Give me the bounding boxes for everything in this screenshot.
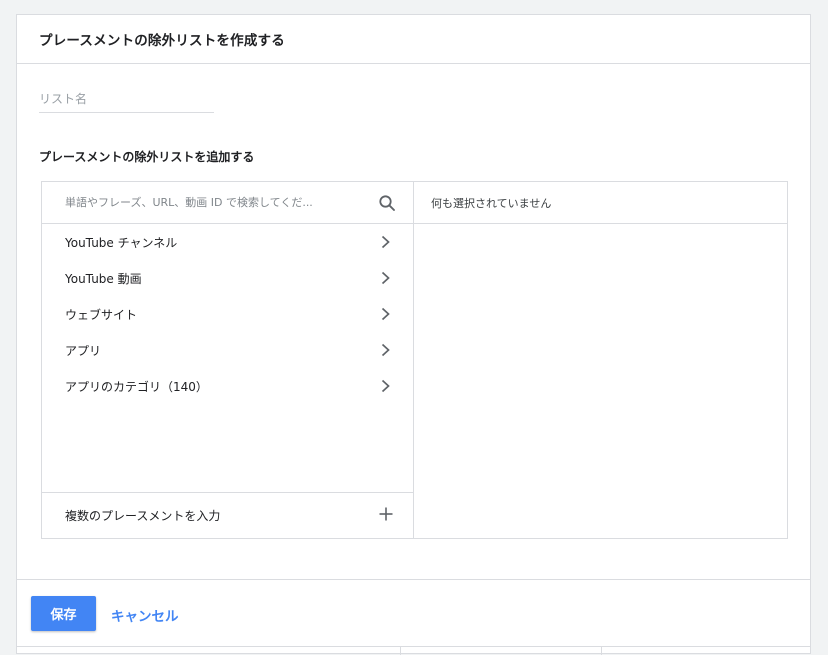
cancel-button[interactable]: キャンセル (111, 605, 179, 625)
search-input[interactable] (65, 196, 377, 209)
category-item[interactable]: YouTube チャンネル (42, 224, 413, 260)
chevron-right-icon (379, 307, 391, 321)
chevron-right-icon (379, 343, 391, 357)
footer-divider (17, 646, 810, 655)
search-row (42, 182, 413, 224)
search-icon[interactable] (377, 193, 397, 213)
category-label: YouTube チャンネル (65, 235, 178, 250)
plus-icon (379, 507, 393, 524)
category-list: YouTube チャンネル YouTube 動画 ウェブサイト アプリアプリのカテゴリ… (42, 224, 413, 404)
chevron-right-icon (379, 379, 391, 393)
save-button[interactable]: 保存 (31, 596, 96, 631)
selected-empty-text: 何も選択されていません (414, 182, 787, 224)
chevron-right-icon (379, 271, 391, 285)
category-item[interactable]: アプリ (42, 332, 413, 368)
category-label: YouTube 動画 (65, 271, 142, 286)
enter-multiple-placements-button[interactable]: 複数のプレースメントを入力 (42, 492, 413, 538)
dialog-title: プレースメントの除外リストを作成する (17, 15, 810, 64)
placement-picker: YouTube チャンネル YouTube 動画ウェブサイトアプリアプリのカテゴリ… (41, 181, 788, 539)
category-label: ウェブサイト (65, 307, 138, 322)
category-item[interactable]: アプリのカテゴリ（140） (42, 368, 413, 404)
list-name-input[interactable] (39, 87, 214, 111)
category-label: アプリのカテゴリ（140） (65, 379, 208, 394)
enter-multiple-label: 複数のプレースメントを入力 (65, 509, 221, 523)
category-label: アプリ (65, 343, 102, 358)
browse-pane: YouTube チャンネル YouTube 動画ウェブサイトアプリアプリのカテゴリ… (42, 182, 414, 538)
footer: 保存 キャンセル (17, 579, 810, 655)
category-item[interactable]: ウェブサイト (42, 296, 413, 332)
selected-pane: 何も選択されていません (414, 182, 787, 538)
category-item[interactable]: YouTube 動画 (42, 260, 413, 296)
section-label: プレースメントの除外リストを追加する (39, 150, 255, 164)
chevron-right-icon (379, 235, 391, 249)
create-exclusion-list-card: プレースメントの除外リストを作成する プレースメントの除外リストを追加する Yo… (16, 14, 811, 655)
list-name-field[interactable] (39, 87, 214, 113)
